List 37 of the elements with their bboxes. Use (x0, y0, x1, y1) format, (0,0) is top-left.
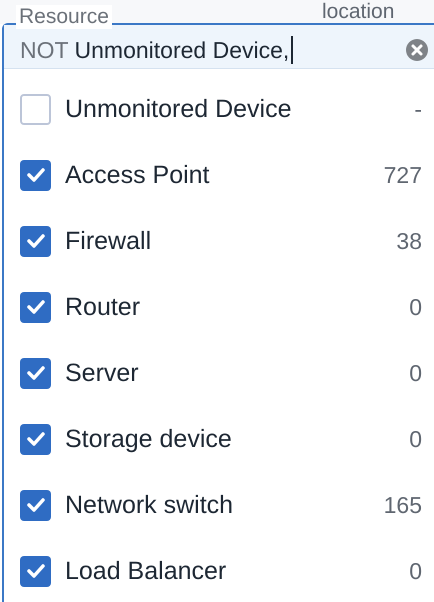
check-icon (26, 497, 46, 513)
option-label: Access Point (65, 160, 210, 190)
option-label: Server (65, 358, 139, 388)
checkbox[interactable] (20, 94, 51, 124)
checkbox[interactable] (20, 358, 51, 388)
check-icon (26, 365, 46, 381)
text-caret (291, 36, 294, 64)
field-label: Resource (16, 5, 112, 29)
option-count: 165 (384, 491, 422, 519)
checkbox[interactable] (20, 556, 51, 586)
field-value: NOT Unmonitored Device, (20, 36, 290, 64)
option-count: 0 (409, 359, 422, 387)
option-label: Router (65, 292, 140, 322)
check-icon (26, 233, 46, 249)
checkbox[interactable] (20, 226, 51, 256)
option-count: - (414, 95, 422, 123)
option-label: Firewall (65, 226, 152, 256)
option-label: Storage device (65, 424, 232, 454)
check-icon (26, 431, 46, 447)
option-count: 0 (409, 425, 422, 453)
option-label: Load Balancer (65, 556, 226, 586)
option-label: Unmonitored Device (65, 94, 292, 124)
checkbox[interactable] (20, 160, 51, 190)
check-icon (26, 167, 46, 183)
checkbox[interactable] (20, 292, 51, 322)
clear-icon[interactable] (406, 38, 428, 60)
search-field[interactable]: NOT Unmonitored Device, (4, 25, 434, 69)
option-count: 0 (409, 293, 422, 321)
checkbox[interactable] (20, 424, 51, 454)
option-count: 727 (384, 161, 422, 189)
checkbox[interactable] (20, 490, 51, 520)
option-count: 0 (409, 557, 422, 585)
check-icon (26, 563, 46, 579)
option-count: 38 (396, 227, 422, 255)
check-icon (26, 299, 46, 315)
option-label: Network switch (65, 490, 234, 520)
column-header: location (322, 0, 394, 23)
